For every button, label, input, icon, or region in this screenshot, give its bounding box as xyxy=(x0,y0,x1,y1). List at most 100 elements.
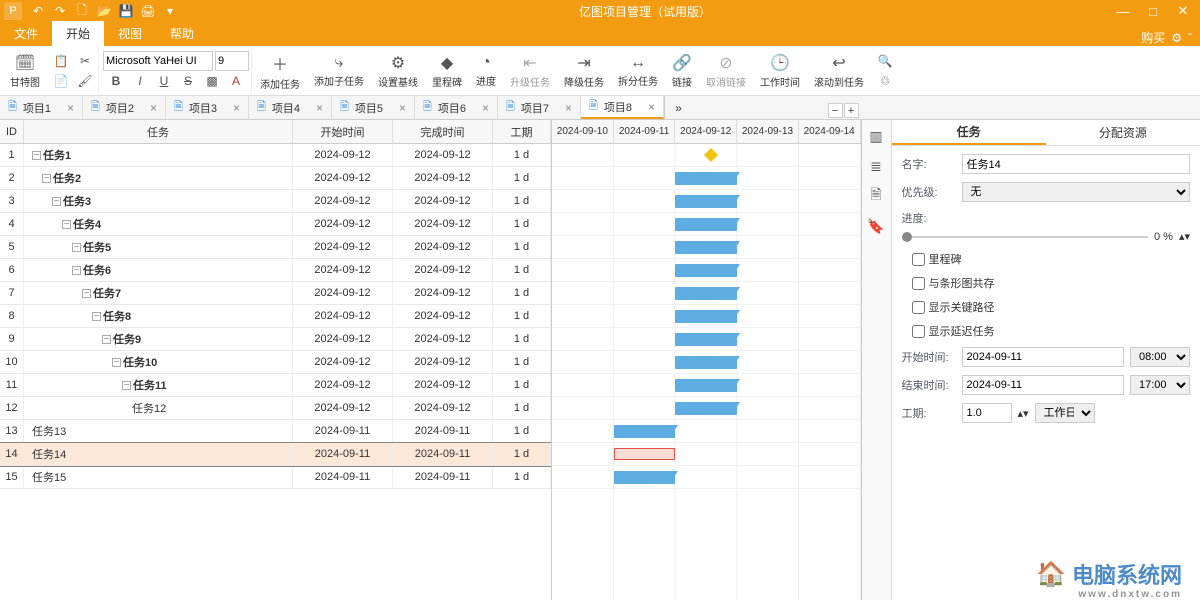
demote-button[interactable]: ⇥降级任务 xyxy=(558,51,610,91)
expand-icon[interactable]: − xyxy=(122,381,131,390)
col-task-header[interactable]: 任务 xyxy=(24,120,293,143)
font-color-icon[interactable]: A xyxy=(225,71,247,91)
expand-icon[interactable]: − xyxy=(102,335,111,344)
gantt-row[interactable] xyxy=(552,213,861,236)
close-tab-icon[interactable]: × xyxy=(233,101,240,115)
buy-link[interactable]: 购买 xyxy=(1141,29,1165,46)
gantt-row[interactable] xyxy=(552,305,861,328)
expand-icon[interactable]: − xyxy=(82,289,91,298)
gantt-row[interactable] xyxy=(552,328,861,351)
gantt-row[interactable] xyxy=(552,397,861,420)
add-subtask-button[interactable]: ⤷添加子任务 xyxy=(308,52,370,90)
gantt-row[interactable] xyxy=(552,420,861,443)
panel-tag-icon[interactable]: 🔖 xyxy=(866,216,886,236)
table-row[interactable]: 8−任务82024-09-122024-09-121 d xyxy=(0,305,551,328)
close-tab-icon[interactable]: × xyxy=(399,101,406,115)
table-row[interactable]: 7−任务72024-09-122024-09-121 d xyxy=(0,282,551,305)
gantt-row[interactable] xyxy=(552,167,861,190)
doc-tab[interactable]: 🗎项目8× xyxy=(581,96,664,119)
expand-icon[interactable]: − xyxy=(112,358,121,367)
doc-tab[interactable]: 🗎项目5× xyxy=(332,96,415,119)
close-icon[interactable]: ✕ xyxy=(1170,2,1196,20)
underline-icon[interactable]: U xyxy=(153,71,175,91)
progress-button[interactable]: ◔进度 xyxy=(470,52,502,90)
gantt-row[interactable] xyxy=(552,466,861,489)
gantt-bar[interactable] xyxy=(675,218,737,231)
start-date-input[interactable] xyxy=(962,347,1125,367)
redo-icon[interactable]: ↷ xyxy=(50,2,70,20)
save-icon[interactable]: 💾 xyxy=(116,2,136,20)
table-row[interactable]: 4−任务42024-09-122024-09-121 d xyxy=(0,213,551,236)
gantt-row[interactable] xyxy=(552,443,861,466)
col-end-header[interactable]: 完成时间 xyxy=(393,120,493,143)
table-row[interactable]: 6−任务62024-09-122024-09-121 d xyxy=(0,259,551,282)
col-dur-header[interactable]: 工期 xyxy=(493,120,551,143)
table-row[interactable]: 3−任务32024-09-122024-09-121 d xyxy=(0,190,551,213)
priority-select[interactable]: 无 xyxy=(962,182,1191,202)
gantt-bar-selected[interactable] xyxy=(614,448,676,460)
menu-start[interactable]: 开始 xyxy=(52,21,104,46)
unlink-button[interactable]: ⊘取消链接 xyxy=(700,51,752,91)
find-icon[interactable]: 🔍 xyxy=(874,51,896,71)
delay-checkbox[interactable] xyxy=(912,325,925,338)
table-row[interactable]: 11−任务112024-09-122024-09-121 d xyxy=(0,374,551,397)
gantt-bar[interactable] xyxy=(675,402,737,415)
maximize-icon[interactable]: □ xyxy=(1140,2,1166,20)
start-time-select[interactable]: 08:00 xyxy=(1130,347,1190,367)
expand-icon[interactable]: − xyxy=(42,174,51,183)
expand-icon[interactable]: − xyxy=(32,151,41,160)
gantt-bar[interactable] xyxy=(675,172,737,185)
progress-slider[interactable] xyxy=(902,236,1148,238)
panel-tab-assign[interactable]: 分配资源 xyxy=(1046,120,1200,145)
close-tab-icon[interactable]: × xyxy=(648,100,655,114)
doc-tab[interactable]: 🗎项目2× xyxy=(83,96,166,119)
table-row[interactable]: 9−任务92024-09-122024-09-121 d xyxy=(0,328,551,351)
close-tab-icon[interactable]: × xyxy=(482,101,489,115)
gantt-bar[interactable] xyxy=(675,310,737,323)
panel-tasks-icon[interactable]: ▥ xyxy=(866,126,886,146)
gantt-row[interactable] xyxy=(552,144,861,167)
expand-icon[interactable]: − xyxy=(72,243,81,252)
critical-checkbox[interactable] xyxy=(912,301,925,314)
name-input[interactable] xyxy=(962,154,1191,174)
end-time-select[interactable]: 17:00 xyxy=(1130,375,1190,395)
gantt-row[interactable] xyxy=(552,374,861,397)
gantt-bar[interactable] xyxy=(675,379,737,392)
doc-tab[interactable]: 🗎项目3× xyxy=(166,96,249,119)
dur-unit-select[interactable]: 工作日 xyxy=(1035,403,1095,423)
doc-tab[interactable]: 🗎项目6× xyxy=(415,96,498,119)
doc-tab[interactable]: 🗎项目7× xyxy=(498,96,581,119)
end-date-input[interactable] xyxy=(962,375,1125,395)
table-row[interactable]: 10−任务102024-09-122024-09-121 d xyxy=(0,351,551,374)
col-start-header[interactable]: 开始时间 xyxy=(293,120,393,143)
print-icon[interactable]: 🖨 xyxy=(138,2,158,20)
gantt-bar[interactable] xyxy=(675,264,737,277)
undo-icon[interactable]: ↶ xyxy=(28,2,48,20)
doc-tab[interactable]: 🗎项目1× xyxy=(0,96,83,119)
barshape-checkbox[interactable] xyxy=(912,277,925,290)
font-size-select[interactable] xyxy=(215,51,249,71)
paste-icon[interactable]: 📋 xyxy=(50,51,72,71)
gantt-bar[interactable] xyxy=(675,195,737,208)
gantt-bar[interactable] xyxy=(614,425,676,438)
panel-doc-icon[interactable]: 🗎 xyxy=(866,186,886,206)
gantt-row[interactable] xyxy=(552,351,861,374)
close-tab-icon[interactable]: × xyxy=(67,101,74,115)
table-row[interactable]: 12任务122024-09-122024-09-121 d xyxy=(0,397,551,420)
expand-icon[interactable]: − xyxy=(92,312,101,321)
baseline-button[interactable]: ⚙设置基线 xyxy=(372,51,424,91)
gantt-bar[interactable] xyxy=(675,356,737,369)
replace-icon[interactable]: ♲ xyxy=(874,71,896,91)
add-task-button[interactable]: ＋添加任务 xyxy=(254,49,306,93)
table-row[interactable]: 5−任务52024-09-122024-09-121 d xyxy=(0,236,551,259)
expand-icon[interactable]: − xyxy=(72,266,81,275)
gantt-row[interactable] xyxy=(552,236,861,259)
promote-button[interactable]: ⇤升级任务 xyxy=(504,51,556,91)
menu-file[interactable]: 文件 xyxy=(0,21,52,46)
table-row[interactable]: 14任务142024-09-112024-09-111 d xyxy=(0,443,551,466)
col-id-header[interactable]: ID xyxy=(0,120,24,143)
open-icon[interactable]: 📂 xyxy=(94,2,114,20)
bold-icon[interactable]: B xyxy=(105,71,127,91)
tabstrip-expand-icon[interactable]: » xyxy=(664,96,692,119)
menu-help[interactable]: 帮助 xyxy=(156,21,208,46)
